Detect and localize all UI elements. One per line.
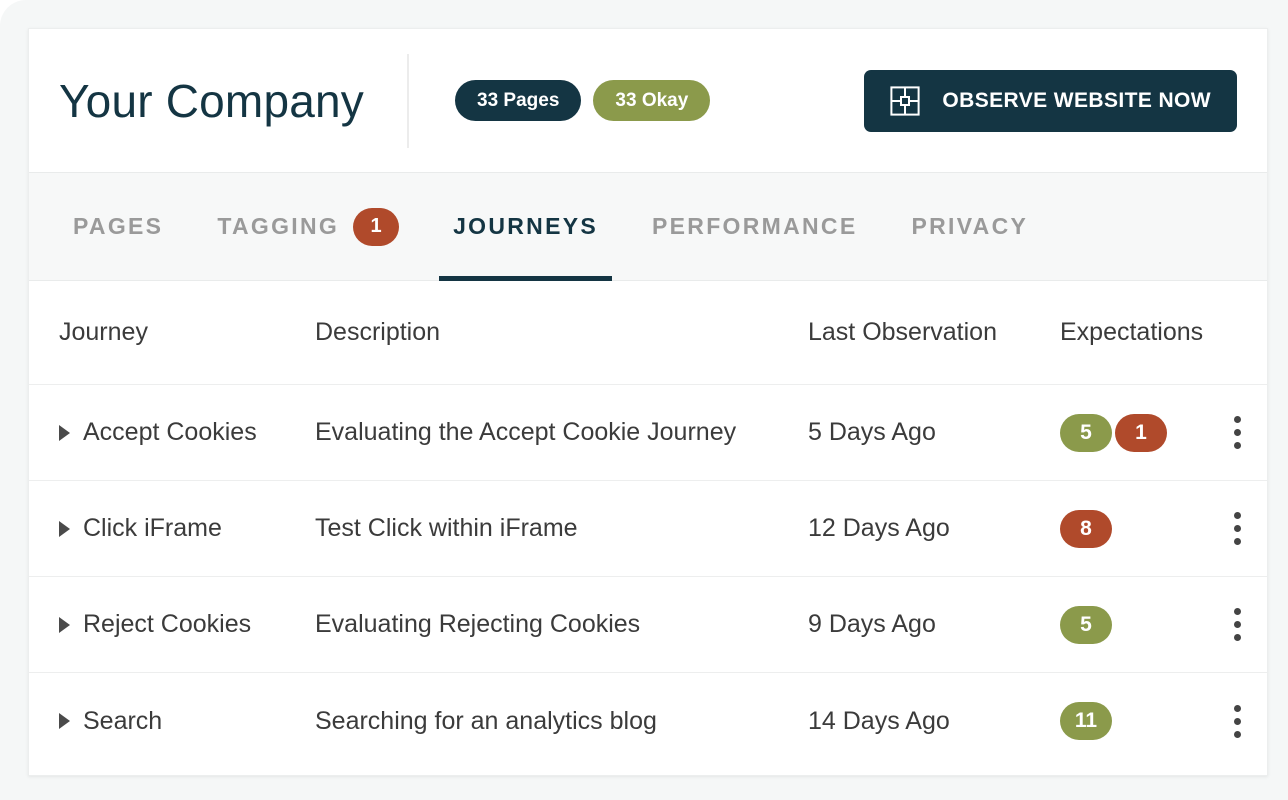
chevron-right-icon[interactable] [59,713,70,729]
tab-pages-label: PAGES [73,213,164,239]
observe-website-now-button[interactable]: OBSERVE WEBSITE NOW [864,69,1237,132]
journey-last-observation: 12 Days Ago [808,514,950,542]
chevron-right-icon[interactable] [59,616,70,633]
table-header-row: Journey Description Last Observation Exp… [29,281,1267,385]
journey-last-observation: 14 Days Ago [808,706,950,735]
journey-description: Evaluating Rejecting Cookies [315,610,641,638]
journey-last-observation: 5 Days Ago [808,418,936,446]
header-status-badges: 33 Pages 33 Okay [455,80,711,121]
tab-privacy[interactable]: PRIVACY [897,173,1042,280]
status-badge-okay: 33 Okay [593,80,711,121]
tab-performance-label: PERFORMANCE [652,213,858,239]
tab-privacy-label: PRIVACY [911,213,1029,239]
page-title: Your Company [59,74,364,127]
tab-journeys[interactable]: JOURNEYS [439,173,612,281]
tab-journeys-label: JOURNEYS [453,213,598,239]
column-header-last-observation: Last Observation [808,318,997,346]
journey-description: Test Click within iFrame [315,514,578,542]
journey-name: Click iFrame [83,514,222,542]
tab-tagging-count-badge: 1 [353,207,400,246]
journey-name: Search [83,706,163,735]
row-actions-menu-icon[interactable] [1220,606,1254,644]
card-header: Your Company 33 Pages 33 Okay OBSERVE WE… [29,29,1267,173]
journey-expand-toggle[interactable]: Accept Cookies [59,418,315,447]
row-actions-menu-icon[interactable] [1220,414,1254,452]
journeys-table: Journey Description Last Observation Exp… [29,281,1267,769]
journeys-card: Your Company 33 Pages 33 Okay OBSERVE WE… [28,28,1268,776]
journey-expectations: 5 1 [1060,413,1220,452]
chevron-right-icon[interactable] [59,424,70,441]
table-row[interactable]: Reject Cookies Evaluating Rejecting Cook… [29,577,1267,673]
column-header-description: Description [315,318,441,346]
row-actions-menu-icon[interactable] [1220,510,1254,548]
column-header-expectations: Expectations [1060,318,1204,346]
journey-name: Reject Cookies [83,610,252,638]
journey-description: Evaluating the Accept Cookie Journey [315,418,737,446]
journey-expectations: 11 [1060,702,1220,740]
journey-expand-toggle[interactable]: Search [59,707,315,736]
expectation-badge-failed: 8 [1060,509,1112,548]
journey-expand-toggle[interactable]: Click iFrame [59,514,315,543]
journey-name: Accept Cookies [83,418,257,446]
table-row[interactable]: Click iFrame Test Click within iFrame 12… [29,481,1267,577]
table-row[interactable]: Accept Cookies Evaluating the Accept Coo… [29,385,1267,481]
expectation-badge-failed: 1 [1115,413,1167,452]
tab-tagging[interactable]: TAGGING 1 [203,173,413,280]
tab-pages[interactable]: PAGES [59,173,177,280]
expectation-badge-okay: 5 [1060,605,1112,644]
row-actions-menu-icon[interactable] [1220,702,1254,740]
tab-performance[interactable]: PERFORMANCE [638,173,871,280]
expectation-badge-okay: 5 [1060,413,1112,452]
tab-bar: PAGES TAGGING 1 JOURNEYS PERFORMANCE PRI… [29,173,1267,281]
expectation-badge-okay: 11 [1060,702,1112,740]
journey-last-observation: 9 Days Ago [808,610,936,638]
journey-expectations: 8 [1060,509,1220,548]
grid-square-icon [890,85,921,116]
column-header-journey: Journey [59,318,148,346]
chevron-right-icon[interactable] [59,520,70,537]
header-divider [407,53,409,148]
table-row[interactable]: Search Searching for an analytics blog 1… [29,673,1267,769]
tab-tagging-label: TAGGING [217,213,340,239]
journey-expand-toggle[interactable]: Reject Cookies [59,610,315,639]
journey-expectations: 5 [1060,605,1220,644]
journey-description: Searching for an analytics blog [315,706,657,735]
observe-website-now-label: OBSERVE WEBSITE NOW [942,88,1211,112]
status-badge-pages: 33 Pages [455,80,582,121]
